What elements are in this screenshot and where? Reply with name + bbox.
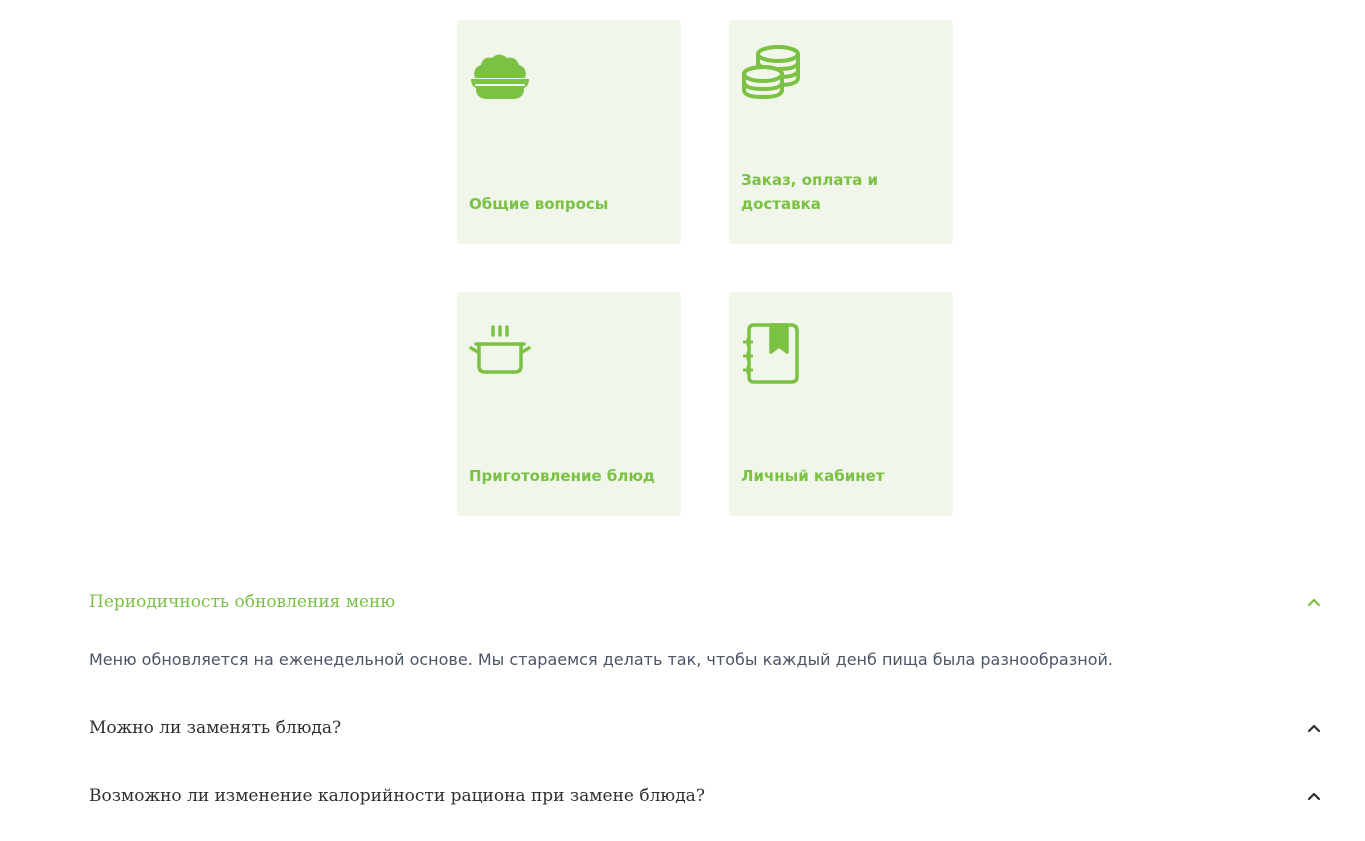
category-card-general[interactable]: Общие вопросы — [457, 20, 681, 244]
cooking-pot-icon — [469, 324, 531, 386]
faq-item: Можно ли заменять блюда? — [89, 708, 1325, 748]
faq-question-text: Возможно ли изменение калорийности рацио… — [89, 786, 705, 806]
faq-accordion: Периодичность обновления меню Меню обнов… — [89, 582, 1325, 816]
chevron-up-icon — [1307, 792, 1321, 801]
category-label: Заказ, оплата и доставка — [741, 171, 879, 213]
faq-question-text: Можно ли заменять блюда? — [89, 718, 342, 738]
faq-answer-text: Меню обновляется на еженедельной основе.… — [89, 650, 1113, 669]
faq-question-toggle[interactable]: Возможно ли изменение калорийности рацио… — [89, 776, 1325, 816]
faq-item: Периодичность обновления меню Меню обнов… — [89, 582, 1325, 708]
category-label: Общие вопросы — [469, 195, 609, 213]
category-card-order-payment-delivery[interactable]: Заказ, оплата и доставка — [729, 20, 953, 244]
faq-question-toggle[interactable]: Периодичность обновления меню — [89, 582, 1325, 622]
faq-question-toggle[interactable]: Можно ли заменять блюда? — [89, 708, 1325, 748]
coins-icon — [741, 40, 803, 102]
chevron-up-icon — [1307, 724, 1321, 733]
faq-item: Возможно ли изменение калорийности рацио… — [89, 776, 1325, 816]
category-card-cooking[interactable]: Приготовление блюд — [457, 292, 681, 516]
category-label: Личный кабинет — [741, 467, 885, 485]
faq-category-grid: Общие вопросы Заказ, оплата и доставка П… — [457, 20, 953, 516]
bowl-icon — [469, 46, 531, 108]
faq-question-text: Периодичность обновления меню — [89, 592, 396, 612]
category-label: Приготовление блюд — [469, 467, 656, 485]
notebook-bookmark-icon — [741, 322, 803, 384]
chevron-up-icon — [1307, 598, 1321, 607]
category-card-personal-account[interactable]: Личный кабинет — [729, 292, 953, 516]
